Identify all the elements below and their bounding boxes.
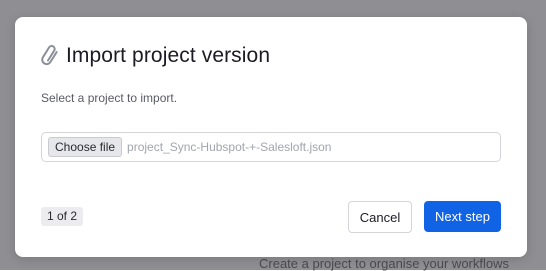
dialog-description: Select a project to import.: [41, 91, 178, 105]
empty-state-text: Create a project to organise your workfl…: [259, 256, 510, 271]
dialog-title: Import project version: [66, 44, 271, 67]
next-step-button[interactable]: Next step: [424, 201, 501, 232]
file-input[interactable]: Choose file project_Sync-Hubspot-+-Sales…: [41, 132, 501, 162]
import-project-dialog: Import project version Select a project …: [15, 17, 527, 257]
step-indicator-badge: 1 of 2: [41, 207, 84, 226]
cancel-button[interactable]: Cancel: [348, 201, 412, 233]
paperclip-icon: [41, 45, 61, 67]
selected-file-name: project_Sync-Hubspot-+-Salesloft.json: [127, 140, 332, 154]
dialog-header: Import project version: [41, 42, 270, 70]
choose-file-button[interactable]: Choose file: [48, 137, 123, 157]
